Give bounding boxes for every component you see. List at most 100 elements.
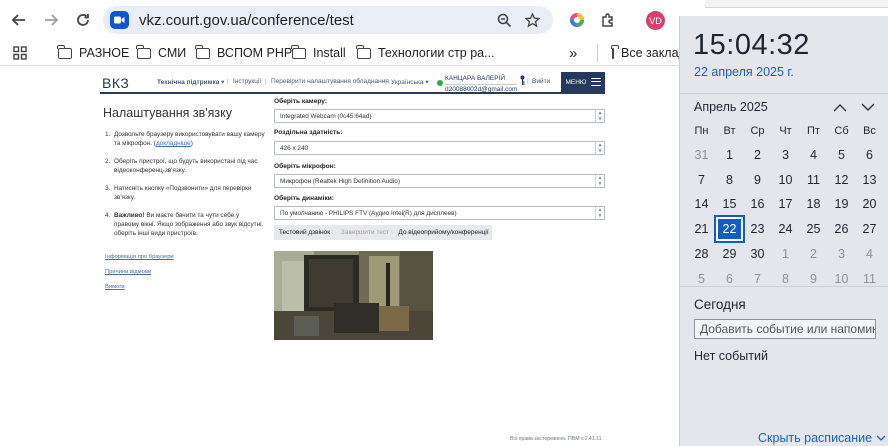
- calendar-day[interactable]: 9: [744, 168, 771, 192]
- camera-select[interactable]: Integrated Webcam (0c45:64ad) ▴ ▾: [274, 109, 605, 123]
- bookmark-folder-raznoe[interactable]: РАЗНОЕ: [57, 44, 129, 62]
- calendar-day[interactable]: 18: [800, 192, 827, 216]
- calendar-day[interactable]: 8: [716, 168, 743, 192]
- back-button[interactable]: [7, 8, 31, 32]
- zoom-button[interactable]: [495, 11, 513, 29]
- chevron-down-icon: [861, 103, 875, 111]
- calendar-day[interactable]: 27: [856, 217, 883, 241]
- logout-link[interactable]: Вийти: [532, 78, 550, 85]
- to-conference-button[interactable]: До відеоприйому/конференції: [395, 225, 492, 240]
- requirements-link[interactable]: Вимоги: [105, 284, 125, 290]
- calendar-day[interactable]: 4: [856, 242, 883, 266]
- calendar-day-today[interactable]: 22: [714, 215, 745, 244]
- calendar-day[interactable]: 29: [716, 242, 743, 266]
- chevron-down-icon: [876, 435, 886, 441]
- calendar-day[interactable]: 13: [856, 168, 883, 192]
- divider: [680, 93, 888, 94]
- camera-value: Integrated Webcam (0c45:64ad): [280, 113, 372, 120]
- microphone-value: Микрофон (Realtek High Definition Audio): [280, 178, 400, 185]
- bookmark-folder-vspom-php[interactable]: ВСПОМ PHP: [195, 44, 292, 62]
- calendar-day[interactable]: 1: [772, 242, 799, 266]
- calendar-day[interactable]: 25: [800, 217, 827, 241]
- add-event-input[interactable]: Добавить событие или напомина: [694, 319, 876, 339]
- calendar-day[interactable]: 7: [688, 168, 715, 192]
- color-extension-button[interactable]: [568, 11, 586, 29]
- bookmark-folder-technologies[interactable]: Технологии стр ра...: [356, 44, 495, 62]
- bookmark-folder-install[interactable]: Install: [291, 44, 346, 62]
- button-label: До відеоприйому/конференції: [398, 229, 489, 236]
- bookmark-star-button[interactable]: [523, 11, 541, 29]
- nav-instructions[interactable]: Інструкції: [233, 78, 261, 85]
- calendar-day[interactable]: 15: [716, 192, 743, 216]
- today-heading: Сегодня: [694, 297, 746, 312]
- instruction-step: 3. Натисніть кнопку «Подзвонити» для пер…: [105, 184, 265, 202]
- forward-button[interactable]: [39, 8, 63, 32]
- calendar-day[interactable]: 23: [744, 217, 771, 241]
- star-icon: [524, 12, 540, 27]
- nav-check-settings[interactable]: Перевірити налаштування обладнання: [271, 78, 389, 85]
- calendar-day[interactable]: 3: [828, 242, 855, 266]
- calendar-day[interactable]: 19: [828, 192, 855, 216]
- calendar-day[interactable]: 11: [800, 168, 827, 192]
- nav-language[interactable]: Українська ▾: [391, 78, 429, 86]
- nav-support[interactable]: Технічна підтримка ▾: [157, 78, 224, 86]
- site-info-button[interactable]: [110, 11, 129, 29]
- calendar-day[interactable]: 3: [772, 143, 799, 167]
- calendar-month[interactable]: Апрель 2025: [694, 100, 768, 114]
- folder-icon: [291, 44, 306, 59]
- calendar-day[interactable]: 2: [744, 143, 771, 167]
- calendar-day[interactable]: 17: [772, 192, 799, 216]
- user-email: d20088002d@gmail.com: [445, 84, 518, 93]
- calendar-day[interactable]: 1: [716, 143, 743, 167]
- calendar-day[interactable]: 14: [688, 192, 715, 216]
- nav-separator: |: [527, 78, 529, 85]
- hide-schedule-button[interactable]: Скрыть расписание: [758, 431, 886, 445]
- calendar-day[interactable]: 20: [856, 192, 883, 216]
- step-number: 1.: [105, 131, 111, 138]
- extensions-button[interactable]: [599, 11, 617, 29]
- bookmark-folder-smi[interactable]: СМИ: [136, 44, 186, 62]
- menu-button[interactable]: МЕНЮ: [561, 72, 605, 92]
- camera-label: Оберіть камеру:: [274, 98, 328, 105]
- next-month-button[interactable]: [860, 100, 876, 114]
- calendar-day[interactable]: 31: [688, 143, 715, 167]
- calendar-day[interactable]: 12: [828, 168, 855, 192]
- failure-reasons-link[interactable]: Причини відмови: [105, 269, 151, 275]
- calendar-day[interactable]: 5: [828, 143, 855, 167]
- calendar-day[interactable]: 30: [744, 242, 771, 266]
- clock-date[interactable]: 22 апреля 2025 г.: [694, 65, 794, 79]
- calendar-day[interactable]: 10: [772, 168, 799, 192]
- resolution-select[interactable]: 426 x 240 ▴ ▾: [274, 141, 605, 155]
- speakers-select[interactable]: По умолчанию - PHILIPS FTV (Аудио Intel(…: [274, 206, 605, 220]
- video-camera-icon: [114, 16, 125, 24]
- calendar-day[interactable]: 4: [800, 143, 827, 167]
- folder-icon: [611, 44, 620, 59]
- calendar-day[interactable]: 21: [688, 217, 715, 241]
- dropdown-caret-icon: ▴ ▾: [595, 207, 604, 219]
- arrow-right-icon: [45, 14, 59, 26]
- calendar-day[interactable]: 24: [772, 217, 799, 241]
- folder-icon: [136, 44, 151, 59]
- dropdown-caret-icon: ▴ ▾: [595, 175, 604, 187]
- reload-button[interactable]: [71, 8, 95, 32]
- calendar-day[interactable]: 26: [828, 217, 855, 241]
- calendar-day[interactable]: 2: [800, 242, 827, 266]
- end-test-button[interactable]: Завершити тест: [335, 225, 395, 240]
- puzzle-icon: [602, 13, 613, 27]
- more-details-link[interactable]: докладніше: [156, 140, 191, 147]
- microphone-select[interactable]: Микрофон (Realtek High Definition Audio)…: [274, 174, 605, 188]
- calendar-day[interactable]: 16: [744, 192, 771, 216]
- browser-info-link[interactable]: Інформація про браузери: [105, 254, 174, 260]
- calendar-day[interactable]: 28: [688, 242, 715, 266]
- profile-avatar[interactable]: VD: [646, 11, 665, 30]
- menu-label: МЕНЮ: [565, 78, 587, 86]
- bookmarks-overflow-button[interactable]: »: [569, 44, 577, 62]
- apps-button[interactable]: [13, 44, 27, 62]
- all-bookmarks-button[interactable]: Все заклад: [597, 44, 682, 62]
- calendar-day[interactable]: 6: [856, 143, 883, 167]
- previous-month-button[interactable]: [832, 100, 848, 114]
- test-call-button[interactable]: Тестовий дзвінок: [274, 225, 335, 240]
- site-logo[interactable]: ВКЗ: [102, 75, 129, 91]
- folder-icon: [195, 44, 210, 59]
- address-bar[interactable]: vkz.court.gov.ua/conference/test: [103, 6, 553, 34]
